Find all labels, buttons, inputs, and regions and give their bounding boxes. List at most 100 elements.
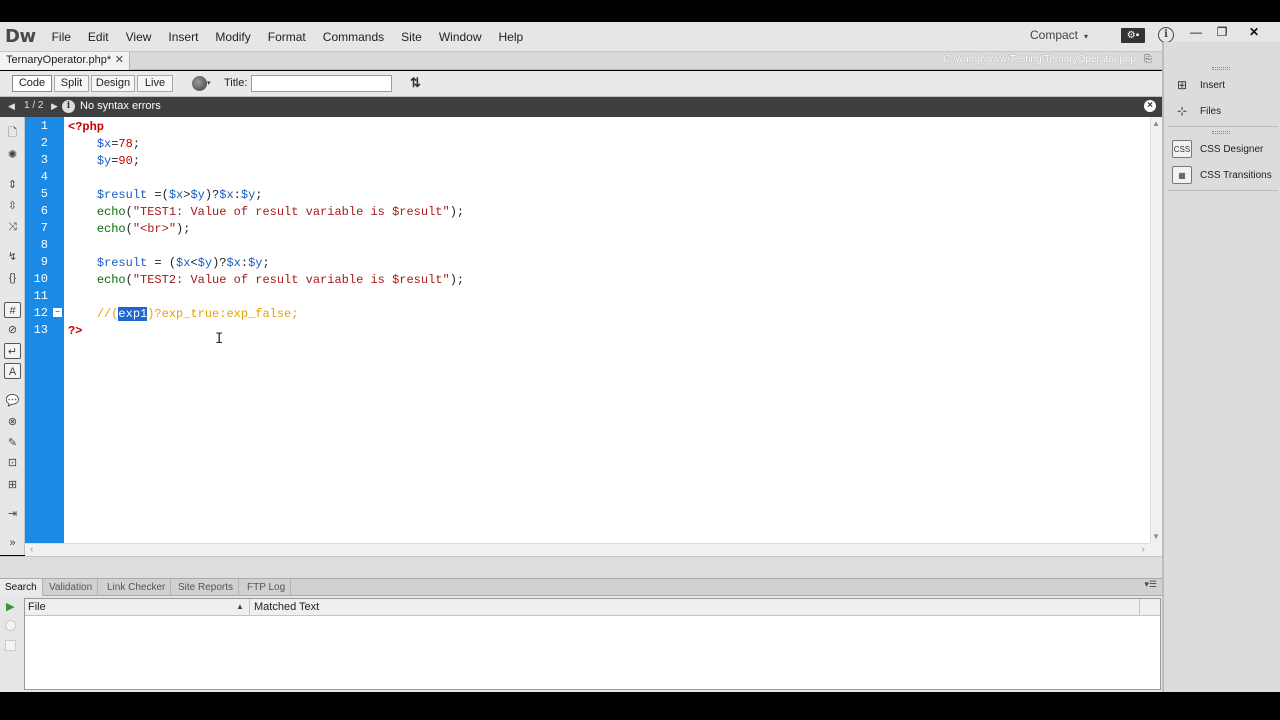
minimize-button[interactable]: — xyxy=(1182,22,1210,42)
tab-search[interactable]: Search xyxy=(0,579,43,596)
line-number[interactable]: 3 xyxy=(25,153,48,167)
design-view-button[interactable]: Design xyxy=(91,75,135,92)
highlight-invalid-code-icon[interactable]: ⊘ xyxy=(4,322,21,338)
remove-comment-icon[interactable]: ⊗ xyxy=(4,414,21,430)
expand-all-icon[interactable]: ⤨ xyxy=(4,219,21,235)
show-code-navigator-icon[interactable]: ✺ xyxy=(4,147,21,163)
document-tab[interactable]: TernaryOperator.php* ✕ xyxy=(0,52,130,70)
chevron-down-icon[interactable]: » xyxy=(4,535,21,551)
tab-site-reports[interactable]: Site Reports xyxy=(173,579,240,596)
code-line[interactable]: echo("TEST1: Value of result variable is… xyxy=(68,204,464,221)
menu-insert[interactable]: Insert xyxy=(160,30,207,44)
line-number[interactable]: 6 xyxy=(25,204,48,218)
menu-commands[interactable]: Commands xyxy=(315,30,393,44)
column-divider[interactable] xyxy=(249,599,250,616)
code-line[interactable]: $x=78; xyxy=(68,136,140,153)
split-view-button[interactable]: Split xyxy=(54,75,89,92)
word-wrap-icon[interactable]: ↵ xyxy=(4,343,21,359)
info-icon[interactable]: i xyxy=(1158,27,1174,43)
play-icon[interactable]: ▶ xyxy=(6,600,14,613)
panel-grip[interactable] xyxy=(1212,67,1230,70)
panel-grip[interactable] xyxy=(1212,131,1230,134)
menu-view[interactable]: View xyxy=(118,30,161,44)
column-divider[interactable] xyxy=(1139,599,1140,616)
code-editor[interactable]: I <?php $x=78; $y=90; $result =($x>$y)?$… xyxy=(64,117,1150,543)
line-number[interactable]: 5 xyxy=(25,187,48,201)
dock-item-css-transitions[interactable]: ▦ CSS Transitions xyxy=(1172,164,1272,186)
dock-item-insert[interactable]: ⊞ Insert xyxy=(1172,74,1225,96)
workspace-switcher[interactable]: Compact ▾ xyxy=(1030,28,1088,42)
line-number[interactable]: 13 xyxy=(25,323,48,337)
code-line[interactable]: //(exp1)?exp_true:exp_false; xyxy=(68,306,298,323)
column-header-file[interactable]: File xyxy=(28,601,46,613)
menu-window[interactable]: Window xyxy=(431,30,491,44)
line-number[interactable]: 7 xyxy=(25,221,48,235)
code-line[interactable]: echo("TEST2: Value of result variable is… xyxy=(68,272,464,289)
code-line[interactable]: $result =($x>$y)?$x:$y; xyxy=(68,187,263,204)
line-number[interactable]: 1 xyxy=(25,119,48,133)
open-documents-icon[interactable]: 🗋 xyxy=(4,125,21,141)
menu-help[interactable]: Help xyxy=(491,30,533,44)
menu-modify[interactable]: Modify xyxy=(207,30,259,44)
previous-error-icon[interactable]: ◀ xyxy=(8,101,15,112)
recent-snippets-icon[interactable]: ⊡ xyxy=(4,455,21,471)
sync-settings-gear-icon[interactable]: ⚙▪ xyxy=(1121,28,1145,43)
scroll-up-icon[interactable]: ▲ xyxy=(1152,119,1160,128)
save-report-icon[interactable] xyxy=(5,640,16,651)
syntax-coloring-icon[interactable]: A xyxy=(4,363,21,379)
next-error-icon[interactable]: ▶ xyxy=(51,101,58,112)
file-management-icon[interactable]: ⇅ xyxy=(410,75,421,91)
fold-marker-icon[interactable]: − xyxy=(53,308,62,317)
sort-ascending-icon[interactable]: ▲ xyxy=(236,602,244,611)
code-view-button[interactable]: Code xyxy=(12,75,52,92)
wrap-tag-icon[interactable]: ✎ xyxy=(4,435,21,451)
tab-link-checker[interactable]: Link Checker xyxy=(102,579,172,596)
collapse-full-tag-icon[interactable]: ⇕ xyxy=(4,177,21,193)
scroll-right-icon[interactable]: › xyxy=(1142,544,1145,555)
close-icon[interactable]: × xyxy=(1144,100,1156,112)
menu-file[interactable]: File xyxy=(44,30,80,44)
line-number[interactable]: 2 xyxy=(25,136,48,150)
line-number[interactable]: 9 xyxy=(25,255,48,269)
apply-comment-icon[interactable]: 💬 xyxy=(4,393,21,409)
restore-button[interactable]: ❐ xyxy=(1208,22,1236,42)
collapse-selection-icon[interactable]: ⇳ xyxy=(4,198,21,214)
live-view-button[interactable]: Live xyxy=(137,75,173,92)
menu-format[interactable]: Format xyxy=(260,30,315,44)
code-line[interactable]: <?php xyxy=(68,119,104,136)
line-number[interactable]: 4 xyxy=(25,170,48,184)
line-number[interactable]: 11 xyxy=(25,289,48,303)
line-number[interactable]: 12 xyxy=(25,306,48,320)
line-number[interactable]: 10 xyxy=(25,272,48,286)
dock-item-css-designer[interactable]: CSS CSS Designer xyxy=(1172,138,1263,160)
line-numbers-icon[interactable]: # xyxy=(4,302,21,318)
move-css-icon[interactable]: ⊞ xyxy=(4,477,21,493)
title-input[interactable] xyxy=(251,75,392,92)
code-line[interactable]: ?> xyxy=(68,323,82,340)
code-line[interactable]: $result = ($x<$y)?$x:$y; xyxy=(68,255,270,272)
column-header-matched-text[interactable]: Matched Text xyxy=(254,601,319,613)
code-line[interactable]: $y=90; xyxy=(68,153,140,170)
tab-ftp-log[interactable]: FTP Log xyxy=(242,579,292,596)
balance-braces-icon[interactable]: {} xyxy=(4,270,21,286)
vertical-scrollbar[interactable]: ▲ ▼ xyxy=(1150,117,1162,543)
menu-site[interactable]: Site xyxy=(393,30,431,44)
indent-code-icon[interactable]: ⇥ xyxy=(4,506,21,522)
line-number[interactable]: 8 xyxy=(25,238,48,252)
close-tab-icon[interactable]: ✕ xyxy=(115,52,124,69)
scroll-down-icon[interactable]: ▼ xyxy=(1152,532,1160,541)
close-window-button[interactable]: ✕ xyxy=(1240,22,1268,42)
panel-options-icon[interactable]: ▾☰ xyxy=(1144,579,1157,590)
code-line[interactable]: echo("<br>"); xyxy=(68,221,191,238)
stop-icon[interactable] xyxy=(5,620,16,631)
tab-validation[interactable]: Validation xyxy=(44,579,99,596)
document-menu-icon[interactable]: ⎘ xyxy=(1144,54,1152,65)
menu-edit[interactable]: Edit xyxy=(80,30,118,44)
horizontal-scrollbar[interactable]: ‹ › xyxy=(25,543,1150,556)
scroll-left-icon[interactable]: ‹ xyxy=(30,544,33,555)
chevron-down-icon[interactable]: ▾ xyxy=(207,79,211,87)
select-parent-tag-icon[interactable]: ↯ xyxy=(4,249,21,265)
preview-in-browser-globe-icon[interactable] xyxy=(192,76,207,91)
dock-item-files[interactable]: ⊹ Files xyxy=(1172,100,1221,122)
